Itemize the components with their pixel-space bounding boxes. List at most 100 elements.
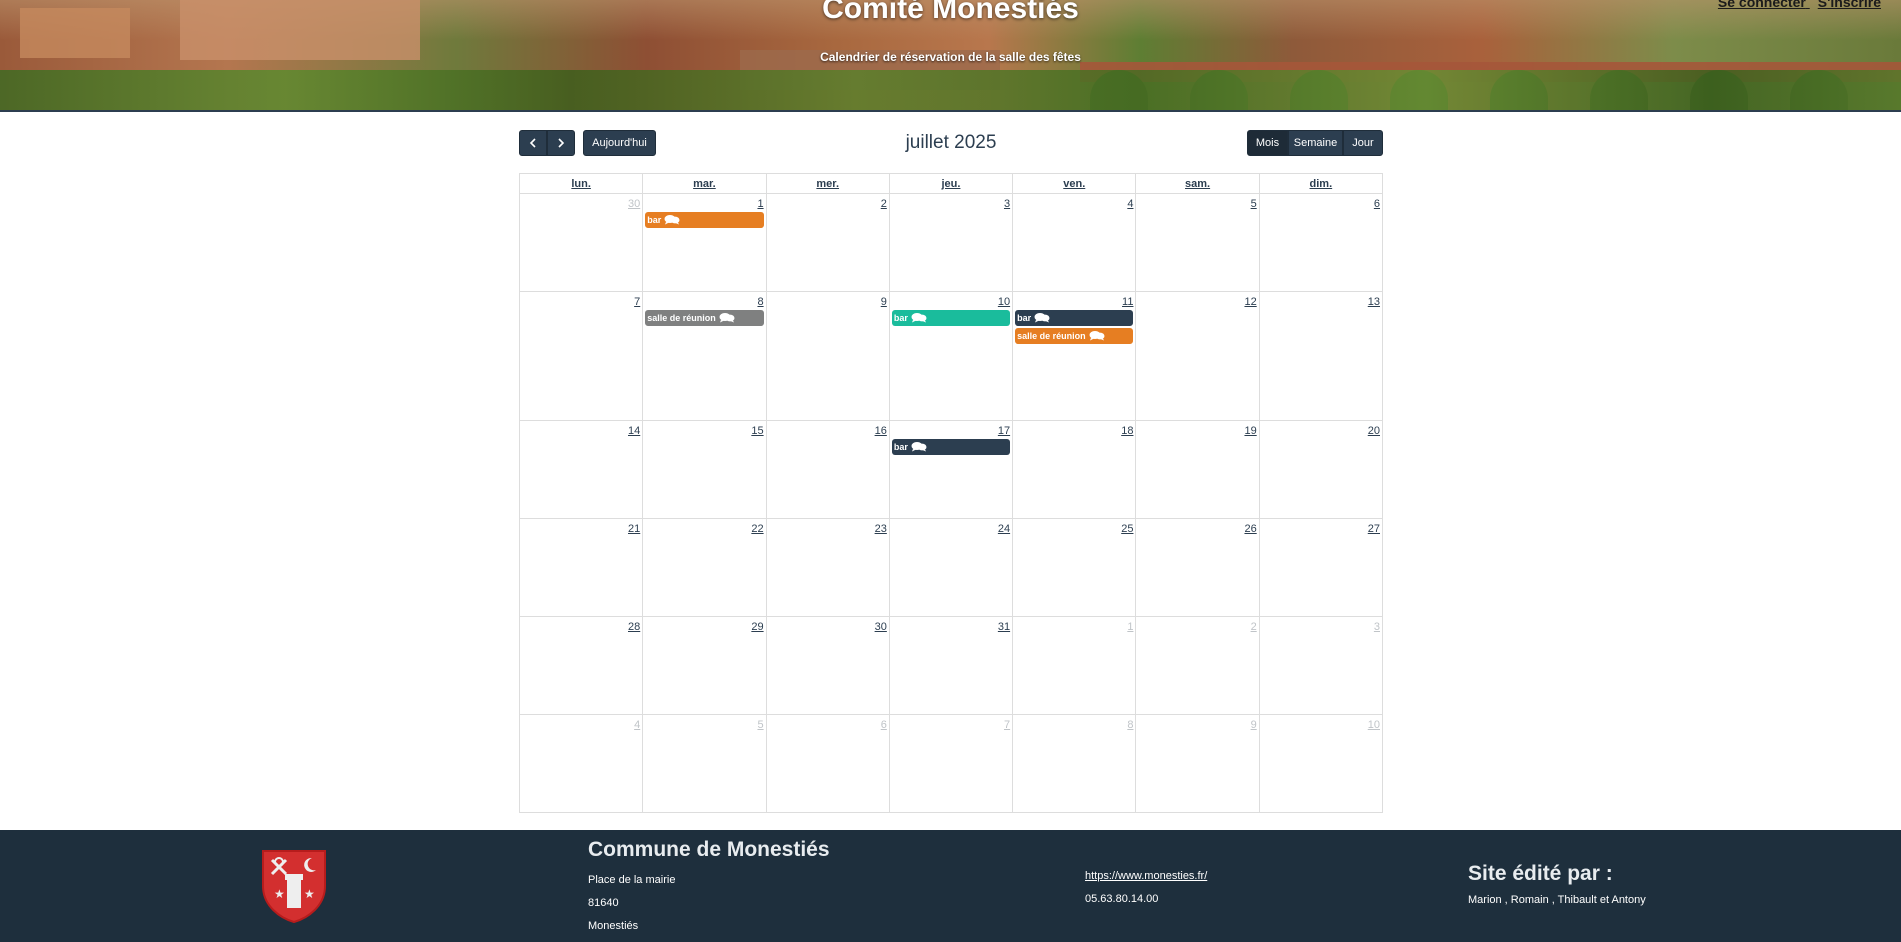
day-cell[interactable]: 3 xyxy=(888,193,1014,292)
day-cell[interactable]: 14 xyxy=(518,420,644,519)
day-number[interactable]: 6 xyxy=(767,715,889,733)
view-day-button[interactable]: Jour xyxy=(1343,130,1383,156)
view-month-button[interactable]: Mois xyxy=(1247,130,1288,156)
weekday-header[interactable]: ven. xyxy=(1012,173,1137,194)
day-cell[interactable]: 28 xyxy=(518,616,644,715)
weekday-header[interactable]: lun. xyxy=(518,173,644,194)
day-number[interactable]: 3 xyxy=(890,194,1012,212)
day-cell[interactable]: 20 xyxy=(1258,420,1384,519)
calendar-event[interactable]: bar xyxy=(645,212,764,228)
day-number[interactable]: 26 xyxy=(1136,519,1258,537)
day-cell[interactable]: 6 xyxy=(1258,193,1384,292)
day-number[interactable]: 29 xyxy=(643,617,765,635)
day-number[interactable]: 8 xyxy=(1013,715,1135,733)
day-cell[interactable]: 9 xyxy=(765,291,890,421)
day-cell[interactable]: 2 xyxy=(765,193,890,292)
view-week-button[interactable]: Semaine xyxy=(1288,130,1343,156)
calendar-event[interactable]: salle de réunion xyxy=(645,310,764,326)
day-number[interactable]: 1 xyxy=(643,194,765,212)
day-cell[interactable]: 10 bar xyxy=(888,291,1014,421)
day-cell[interactable]: 9 xyxy=(1135,714,1260,813)
day-number[interactable]: 5 xyxy=(643,715,765,733)
day-number[interactable]: 9 xyxy=(1136,715,1258,733)
weekday-header[interactable]: sam. xyxy=(1135,173,1260,194)
day-cell[interactable]: 7 xyxy=(518,291,644,421)
day-cell[interactable]: 8 xyxy=(1012,714,1137,813)
day-number[interactable]: 21 xyxy=(520,519,642,537)
day-cell[interactable]: 8 salle de réunion xyxy=(642,291,767,421)
day-cell[interactable]: 31 xyxy=(888,616,1014,715)
day-number[interactable]: 31 xyxy=(890,617,1012,635)
day-cell[interactable]: 1 xyxy=(1012,616,1137,715)
weekday-header[interactable]: dim. xyxy=(1258,173,1384,194)
day-cell[interactable]: 10 xyxy=(1258,714,1384,813)
day-cell[interactable]: 1 bar xyxy=(642,193,767,292)
login-link[interactable]: Se connecter xyxy=(1718,0,1806,10)
day-number[interactable]: 7 xyxy=(520,292,642,310)
day-number[interactable]: 10 xyxy=(890,292,1012,310)
day-cell[interactable]: 4 xyxy=(518,714,644,813)
day-cell[interactable]: 30 xyxy=(518,193,644,292)
day-cell[interactable]: 4 xyxy=(1012,193,1137,292)
day-number[interactable]: 4 xyxy=(520,715,642,733)
day-number[interactable]: 30 xyxy=(520,194,642,212)
day-number[interactable]: 20 xyxy=(1260,421,1382,439)
day-number[interactable]: 14 xyxy=(520,421,642,439)
day-cell[interactable]: 7 xyxy=(888,714,1014,813)
day-cell[interactable]: 25 xyxy=(1012,518,1137,617)
register-link[interactable]: S'inscrire xyxy=(1818,0,1881,10)
day-number[interactable]: 2 xyxy=(767,194,889,212)
day-cell[interactable]: 24 xyxy=(888,518,1014,617)
day-cell[interactable]: 3 xyxy=(1258,616,1384,715)
day-number[interactable]: 2 xyxy=(1136,617,1258,635)
calendar-event[interactable]: bar xyxy=(891,310,1011,326)
day-cell[interactable]: 29 xyxy=(642,616,767,715)
day-number[interactable]: 30 xyxy=(767,617,889,635)
day-cell[interactable]: 13 xyxy=(1258,291,1384,421)
weekday-header[interactable]: mer. xyxy=(765,173,890,194)
day-number[interactable]: 1 xyxy=(1013,617,1135,635)
day-number[interactable]: 25 xyxy=(1013,519,1135,537)
day-number[interactable]: 13 xyxy=(1260,292,1382,310)
day-cell[interactable]: 27 xyxy=(1258,518,1384,617)
day-cell[interactable]: 5 xyxy=(1135,193,1260,292)
calendar-event[interactable]: bar xyxy=(1015,310,1134,326)
weekday-header[interactable]: mar. xyxy=(642,173,767,194)
day-number[interactable]: 5 xyxy=(1136,194,1258,212)
day-cell[interactable]: 17 bar xyxy=(888,420,1014,519)
calendar-event[interactable]: bar xyxy=(891,439,1011,455)
day-number[interactable]: 27 xyxy=(1260,519,1382,537)
day-cell[interactable]: 15 xyxy=(642,420,767,519)
day-cell[interactable]: 16 xyxy=(765,420,890,519)
day-number[interactable]: 10 xyxy=(1260,715,1382,733)
day-cell[interactable]: 26 xyxy=(1135,518,1260,617)
calendar-event[interactable]: salle de réunion xyxy=(1015,328,1134,344)
day-number[interactable]: 18 xyxy=(1013,421,1135,439)
day-cell[interactable]: 6 xyxy=(765,714,890,813)
day-cell[interactable]: 30 xyxy=(765,616,890,715)
day-cell[interactable]: 12 xyxy=(1135,291,1260,421)
day-cell[interactable]: 21 xyxy=(518,518,644,617)
day-cell[interactable]: 2 xyxy=(1135,616,1260,715)
weekday-header[interactable]: jeu. xyxy=(888,173,1014,194)
day-number[interactable]: 11 xyxy=(1013,292,1135,310)
day-number[interactable]: 8 xyxy=(643,292,765,310)
day-cell[interactable]: 18 xyxy=(1012,420,1137,519)
day-number[interactable]: 7 xyxy=(890,715,1012,733)
day-number[interactable]: 16 xyxy=(767,421,889,439)
day-number[interactable]: 23 xyxy=(767,519,889,537)
day-number[interactable]: 4 xyxy=(1013,194,1135,212)
day-cell[interactable]: 5 xyxy=(642,714,767,813)
day-number[interactable]: 28 xyxy=(520,617,642,635)
day-number[interactable]: 6 xyxy=(1260,194,1382,212)
day-number[interactable]: 19 xyxy=(1136,421,1258,439)
day-number[interactable]: 24 xyxy=(890,519,1012,537)
day-number[interactable]: 3 xyxy=(1260,617,1382,635)
day-number[interactable]: 9 xyxy=(767,292,889,310)
day-cell[interactable]: 22 xyxy=(642,518,767,617)
day-number[interactable]: 17 xyxy=(890,421,1012,439)
day-number[interactable]: 22 xyxy=(643,519,765,537)
day-cell[interactable]: 23 xyxy=(765,518,890,617)
day-cell[interactable]: 19 xyxy=(1135,420,1260,519)
day-cell[interactable]: 11 bar salle de réunion xyxy=(1012,291,1137,421)
